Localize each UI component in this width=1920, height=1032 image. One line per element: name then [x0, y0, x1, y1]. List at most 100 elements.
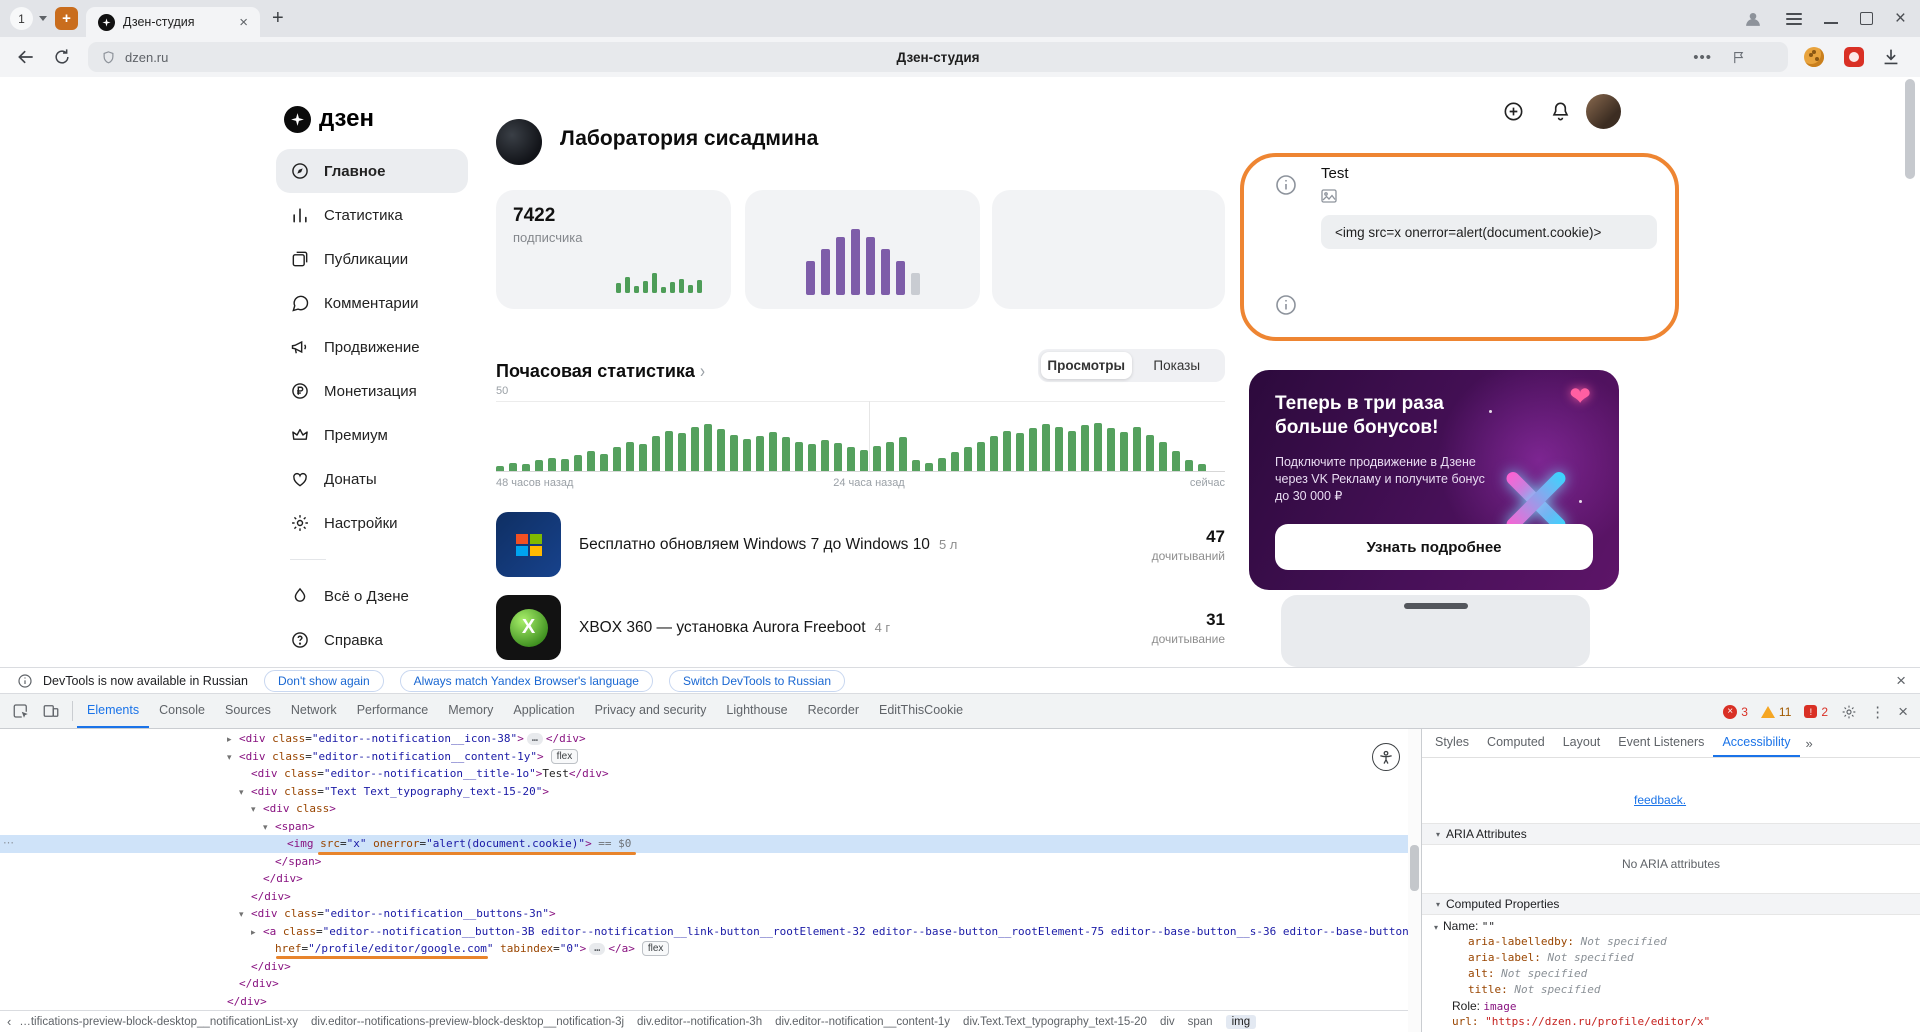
- sidebar-item-comment[interactable]: Комментарии: [276, 281, 468, 325]
- close-window-button[interactable]: ×: [1895, 9, 1906, 28]
- dom-tree-node[interactable]: </div>: [0, 993, 1408, 1011]
- downloads-icon[interactable]: [1880, 46, 1902, 68]
- devtools-tab-elements[interactable]: Elements: [77, 694, 150, 728]
- zen-logo[interactable]: дзен: [284, 105, 374, 133]
- workspace-chevron-icon[interactable]: [39, 16, 47, 21]
- breadcrumb-item[interactable]: div.editor--notification-3h: [637, 1016, 762, 1028]
- elements-scrollbar[interactable]: [1408, 729, 1421, 1032]
- devtools-tab-lighthouse[interactable]: Lighthouse: [716, 694, 797, 728]
- flex-badge[interactable]: flex: [641, 941, 670, 956]
- notifications-bell-icon[interactable]: [1549, 100, 1572, 123]
- address-bar[interactable]: dzen.ru Дзен-студия •••: [88, 42, 1788, 72]
- menu-icon[interactable]: [1785, 12, 1802, 25]
- sidebar-tabs-more-icon[interactable]: »: [1800, 729, 1819, 757]
- accessibility-inspect-button[interactable]: [1372, 743, 1400, 771]
- tree-expand-icon[interactable]: ▾: [263, 820, 275, 838]
- breadcrumb-item[interactable]: div: [1160, 1016, 1175, 1028]
- breadcrumb-item[interactable]: div.editor--notifications-preview-block-…: [311, 1016, 624, 1028]
- sidebar-tab-accessibility[interactable]: Accessibility: [1713, 729, 1800, 757]
- breadcrumb-scroll-left-icon[interactable]: ‹: [7, 1014, 11, 1029]
- sidebar-item-ruble[interactable]: Монетизация: [276, 369, 468, 413]
- dom-tree-node[interactable]: </div>: [0, 958, 1408, 976]
- breadcrumb-item[interactable]: div.editor--notification__content-1y: [775, 1016, 950, 1028]
- address-more-icon[interactable]: •••: [1693, 49, 1712, 66]
- site-security-icon[interactable]: [101, 50, 116, 65]
- collapsed-dots-icon[interactable]: …: [526, 733, 543, 745]
- devtools-tab-sources[interactable]: Sources: [215, 694, 281, 728]
- feedback-link[interactable]: feedback.: [1634, 793, 1686, 807]
- followers-card[interactable]: 7422 подписчика: [496, 190, 731, 309]
- cookie-extension-icon[interactable]: [1804, 47, 1824, 67]
- dom-tree-node[interactable]: <img src="x" onerror="alert(document.coo…: [0, 835, 1408, 853]
- user-avatar[interactable]: [1586, 94, 1621, 129]
- promo-card[interactable]: ❤ Теперь в три раза больше бонусов! Подк…: [1249, 370, 1619, 590]
- devtools-tab-privacy-and-security[interactable]: Privacy and security: [585, 694, 717, 728]
- new-tab-button[interactable]: +: [272, 7, 284, 30]
- devtools-tab-application[interactable]: Application: [503, 694, 584, 728]
- tree-expand-icon[interactable]: ▾: [227, 750, 239, 768]
- tree-expand-icon[interactable]: ▾: [239, 907, 251, 925]
- devtools-close-icon[interactable]: ×: [1898, 703, 1908, 720]
- flex-badge[interactable]: flex: [550, 748, 579, 764]
- sidebar-item-pages[interactable]: Публикации: [276, 237, 468, 281]
- tree-expand-icon[interactable]: ▾: [251, 802, 263, 820]
- tab-group-icon[interactable]: +: [55, 7, 78, 30]
- breadcrumb-item[interactable]: img: [1225, 1014, 1257, 1029]
- devtools-tab-recorder[interactable]: Recorder: [798, 694, 869, 728]
- dom-tree-node[interactable]: ▾ <div class>: [0, 800, 1408, 818]
- maximize-button[interactable]: [1859, 12, 1873, 25]
- banner-close-icon[interactable]: ×: [1896, 672, 1906, 689]
- bookmark-icon[interactable]: [1731, 50, 1746, 65]
- back-button[interactable]: [16, 47, 36, 67]
- sidebar-item-stats[interactable]: Статистика: [276, 193, 468, 237]
- inspect-element-icon[interactable]: [12, 702, 30, 720]
- dom-tree-node[interactable]: ▾ <div class="editor--notification__butto…: [0, 905, 1408, 923]
- sidebar-item-heart[interactable]: Донаты: [276, 457, 468, 501]
- profile-icon[interactable]: [1742, 8, 1764, 30]
- devtools-tab-performance[interactable]: Performance: [347, 694, 439, 728]
- breadcrumb-item[interactable]: div.Text.Text_typography_text-15-20: [963, 1016, 1147, 1028]
- dom-tree-node[interactable]: ▸ <a class="editor--notification__button-…: [0, 923, 1408, 941]
- dom-tree-node[interactable]: </span>: [0, 853, 1408, 871]
- breadcrumb-item[interactable]: span: [1188, 1016, 1213, 1028]
- stats-card-3[interactable]: [992, 190, 1225, 309]
- devtools-more-icon[interactable]: ⋮: [1870, 703, 1885, 721]
- sidebar-item-compass[interactable]: Главное: [276, 149, 468, 193]
- issues-badge[interactable]: ! 2: [1804, 705, 1828, 719]
- collapsed-card[interactable]: [1281, 595, 1590, 667]
- minimize-button[interactable]: [1823, 21, 1838, 24]
- sidebar-tab-computed[interactable]: Computed: [1478, 729, 1554, 757]
- device-toolbar-icon[interactable]: [42, 702, 60, 720]
- workspace-button[interactable]: 1: [10, 7, 33, 30]
- dom-tree-node[interactable]: </div>: [0, 870, 1408, 888]
- devtools-tab-network[interactable]: Network: [281, 694, 347, 728]
- computed-properties-section[interactable]: ▾ Computed Properties: [1422, 893, 1920, 915]
- toggle-option[interactable]: Показы: [1132, 352, 1223, 379]
- dom-tree-node[interactable]: ▸ <div class="editor--notification__icon-…: [0, 730, 1408, 748]
- post-row[interactable]: X XBOX 360 — установка Aurora Freeboot 4 г…: [496, 595, 1225, 660]
- tree-collapse-icon[interactable]: ▸: [251, 925, 263, 943]
- sidebar-item-megaphone[interactable]: Продвижение: [276, 325, 468, 369]
- hourly-stats-title[interactable]: Почасовая статистика: [496, 361, 695, 382]
- warning-badge[interactable]: 11: [1760, 705, 1791, 719]
- tree-expand-icon[interactable]: ▾: [239, 785, 251, 803]
- create-post-icon[interactable]: [1502, 100, 1525, 123]
- tab-close-icon[interactable]: ×: [239, 15, 248, 30]
- sidebar-item-crown[interactable]: Премиум: [276, 413, 468, 457]
- devtools-settings-icon[interactable]: [1841, 704, 1857, 720]
- sidebar-item-gear[interactable]: Настройки: [276, 501, 468, 545]
- promo-button[interactable]: Узнать подробнее: [1275, 524, 1593, 570]
- adblock-extension-icon[interactable]: [1844, 47, 1864, 67]
- stats-card-2[interactable]: [745, 190, 980, 309]
- sidebar-tab-styles[interactable]: Styles: [1426, 729, 1478, 757]
- toggle-selected[interactable]: Просмотры: [1041, 352, 1132, 379]
- dom-tree-node[interactable]: href = "/profile/editor/google.com" tabind…: [0, 940, 1408, 958]
- error-badge[interactable]: × 3: [1723, 704, 1748, 719]
- devtools-tab-editthiscookie[interactable]: EditThisCookie: [869, 694, 973, 728]
- dom-tree-node[interactable]: ▾ <span>: [0, 818, 1408, 836]
- post-row[interactable]: Бесплатно обновляем Windows 7 до Windows…: [496, 512, 1225, 577]
- banner-button[interactable]: Switch DevTools to Russian: [668, 669, 846, 692]
- tree-collapse-icon[interactable]: ▸: [227, 732, 239, 750]
- browser-tab[interactable]: Дзен-студия ×: [86, 7, 260, 37]
- sidebar-item-help[interactable]: Справка: [276, 618, 468, 662]
